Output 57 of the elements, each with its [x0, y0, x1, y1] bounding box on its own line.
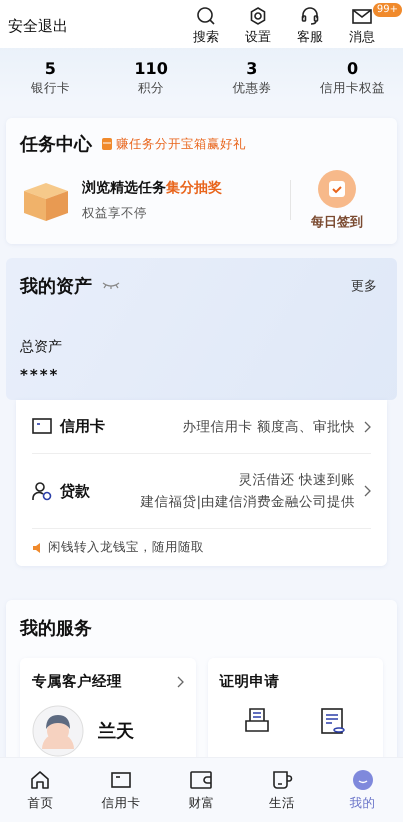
product-row[interactable]: 贷款 灵活借还 快速到账 建信福贷|由建信消费金融公司提供 — [32, 454, 371, 529]
smile-icon — [352, 768, 374, 790]
stat-label: 优惠券 — [232, 80, 272, 97]
search-icon — [196, 6, 216, 26]
nav-tab[interactable]: 财富 — [161, 758, 242, 822]
section-title: 我的资产 — [20, 275, 92, 298]
mail-icon — [351, 6, 373, 26]
unread-badge: 99+ — [372, 3, 402, 17]
certificate-card[interactable]: 证明申请 — [208, 658, 383, 757]
stat-label: 积分 — [138, 80, 164, 97]
home-icon — [29, 768, 52, 790]
nav-tab[interactable]: 我的 — [322, 758, 403, 822]
eye-closed-icon[interactable] — [102, 282, 120, 290]
stat-value: 0 — [347, 59, 358, 78]
section-title: 我的服务 — [20, 617, 93, 640]
stat-value: 3 — [246, 59, 258, 78]
stat-item[interactable]: 110 积分 — [100, 58, 202, 98]
settings-icon — [248, 6, 268, 26]
chevron-icon — [363, 485, 371, 497]
stat-label: 银行卡 — [30, 80, 70, 97]
stat-item[interactable]: 0 信用卡权益 — [302, 58, 403, 98]
cup-icon — [271, 768, 294, 790]
document-icon[interactable] — [320, 707, 346, 735]
notice-text[interactable]: 闲钱转入龙钱宝，随用随取 — [48, 539, 204, 556]
printer-icon[interactable] — [244, 707, 270, 735]
card-title: 证明申请 — [220, 672, 280, 691]
stat-item[interactable]: 3 优惠券 — [202, 58, 302, 98]
nav-tab[interactable]: 生活 — [242, 758, 322, 822]
calendar-check-icon — [317, 169, 357, 209]
section-title: 任务中心 — [20, 133, 92, 156]
checkin-button[interactable]: 每日签到 — [291, 168, 383, 232]
stat-item[interactable]: 5 银行卡 — [0, 58, 101, 98]
stat-label: 信用卡权益 — [320, 80, 386, 97]
manager-name: 兰天 — [98, 720, 134, 743]
manager-card[interactable]: 专属客户经理 兰天 — [20, 658, 196, 757]
header-action-button[interactable]: 设置 — [243, 6, 273, 46]
logout-link[interactable]: 安全退出 — [8, 16, 191, 36]
task-title[interactable]: 浏览精选任务集分抽奖 — [82, 178, 290, 196]
chevron-icon — [176, 676, 184, 688]
person-icon — [32, 481, 52, 501]
more-link[interactable]: 更多 — [345, 276, 383, 296]
product-row[interactable]: 信用卡 办理信用卡 额度高、审批快 — [32, 400, 371, 454]
wallet-icon — [189, 768, 214, 790]
stat-value: 110 — [134, 59, 168, 78]
task-subtitle: 权益享不停 — [82, 204, 148, 222]
chevron-icon — [363, 420, 371, 432]
chest-icon — [102, 138, 112, 150]
card-title: 专属客户经理 — [32, 672, 122, 691]
total-assets-label: 总资产 — [20, 338, 63, 356]
header-action-button[interactable]: 搜索 — [191, 6, 221, 46]
stat-value: 5 — [44, 59, 56, 78]
headset-icon — [300, 6, 320, 26]
header-action-button[interactable]: 客服 — [295, 6, 325, 46]
nav-tab[interactable]: 首页 — [0, 758, 81, 822]
total-assets-value: **** — [20, 366, 60, 384]
card-icon — [32, 418, 52, 436]
nav-tab[interactable]: 信用卡 — [80, 758, 162, 822]
